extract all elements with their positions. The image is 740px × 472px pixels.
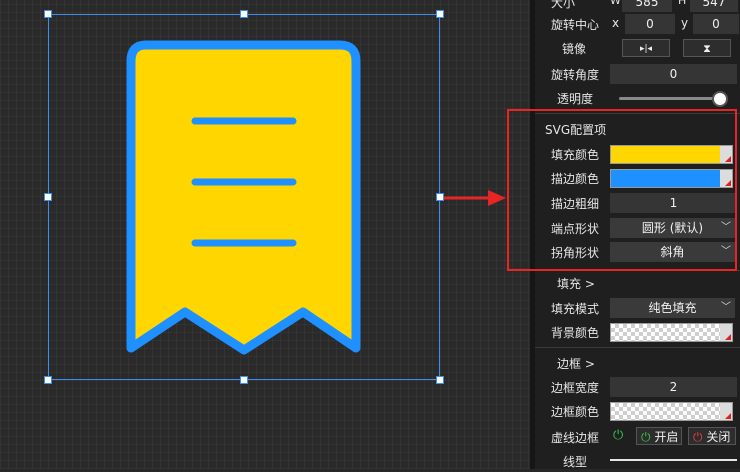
resize-handle-bottom[interactable] [240, 376, 248, 384]
bg-color-row: 背景颜色 [535, 321, 740, 343]
fill-mode-value: 纯色填充 [648, 301, 697, 315]
height-label: H [678, 0, 687, 7]
dashed-off-button[interactable]: ⏻ 关闭 [688, 427, 736, 445]
bg-color-swatch[interactable] [610, 323, 733, 342]
rotation-center-row: 旋转中心 x 0 y 0 [535, 13, 740, 35]
x-label: x [612, 16, 620, 30]
border-color-row: 边框颜色 [535, 400, 740, 422]
mirror-label: 镜像 [562, 42, 587, 56]
dashed-on-button[interactable]: ⏻ 开启 [636, 427, 682, 445]
flip-horizontal-icon: ▸|◂ [639, 44, 653, 54]
opacity-slider-track[interactable] [619, 97, 724, 100]
rotation-angle-label: 旋转角度 [551, 68, 600, 82]
opacity-label: 透明度 [557, 92, 594, 106]
line-type-select[interactable] [610, 459, 737, 461]
fill-mode-label: 填充模式 [551, 302, 600, 316]
rotation-angle-row: 旋转角度 0 [535, 63, 740, 85]
flip-vertical-icon: ⧗ [703, 42, 711, 55]
highlight-box [507, 109, 737, 271]
bg-color-label: 背景颜色 [551, 326, 600, 340]
resize-handle-bottom-left[interactable] [44, 376, 52, 384]
border-width-row: 边框宽度 2 [535, 376, 740, 398]
width-label: W [610, 0, 621, 7]
chevron-down-icon: ﹀ [721, 302, 731, 313]
line-type-label: 线型 [563, 455, 588, 469]
opacity-slider-thumb[interactable] [712, 91, 728, 107]
power-icon: ⏻ [613, 428, 624, 443]
resize-handle-top-right[interactable] [436, 10, 444, 18]
dashed-border-label: 虚线边框 [551, 431, 600, 445]
width-input[interactable]: 585 [622, 0, 672, 12]
fill-section-toggle[interactable]: 填充 > [557, 275, 595, 292]
resize-handle-left[interactable] [44, 193, 52, 201]
border-color-swatch[interactable] [610, 402, 733, 421]
size-row: 大小 W 585 H 547 [535, 0, 740, 13]
color-picker-icon[interactable] [720, 403, 732, 420]
power-on-icon: ⏻ [641, 430, 651, 444]
resize-handle-bottom-right[interactable] [436, 376, 444, 384]
rotation-angle-input[interactable]: 0 [610, 64, 737, 84]
border-section-toggle[interactable]: 边框 > [557, 355, 595, 372]
opacity-row: 透明度 [535, 87, 740, 109]
section-divider [535, 347, 740, 348]
annotation-arrow [444, 190, 506, 206]
dashed-off-label: 关闭 [706, 430, 731, 444]
fill-mode-row: 填充模式 纯色填充 ﹀ [535, 297, 740, 319]
editor-canvas[interactable] [0, 0, 530, 469]
height-input[interactable]: 547 [690, 0, 738, 12]
dashed-on-label: 开启 [654, 430, 679, 444]
power-off-icon: ⏻ [693, 430, 703, 444]
color-picker-icon[interactable] [720, 324, 732, 341]
mirror-horizontal-button[interactable]: ▸|◂ [622, 39, 670, 57]
border-color-label: 边框颜色 [551, 405, 600, 419]
fill-mode-select[interactable]: 纯色填充 ﹀ [610, 298, 735, 318]
resize-handle-top[interactable] [240, 10, 248, 18]
resize-handle-top-left[interactable] [44, 10, 52, 18]
rotation-center-label: 旋转中心 [551, 18, 600, 32]
dashed-border-row: 虚线边框 ⏻ ⏻ 开启 ⏻ 关闭 [535, 426, 740, 448]
size-label: 大小 [551, 0, 576, 10]
mirror-row: 镜像 ▸|◂ ⧗ [535, 37, 740, 59]
border-width-label: 边框宽度 [551, 381, 600, 395]
selection-box [48, 14, 440, 380]
rotation-center-x-input[interactable]: 0 [625, 14, 675, 34]
rotation-center-y-input[interactable]: 0 [693, 14, 739, 34]
mirror-vertical-button[interactable]: ⧗ [683, 39, 731, 57]
y-label: y [681, 16, 689, 30]
border-width-input[interactable]: 2 [610, 377, 737, 397]
